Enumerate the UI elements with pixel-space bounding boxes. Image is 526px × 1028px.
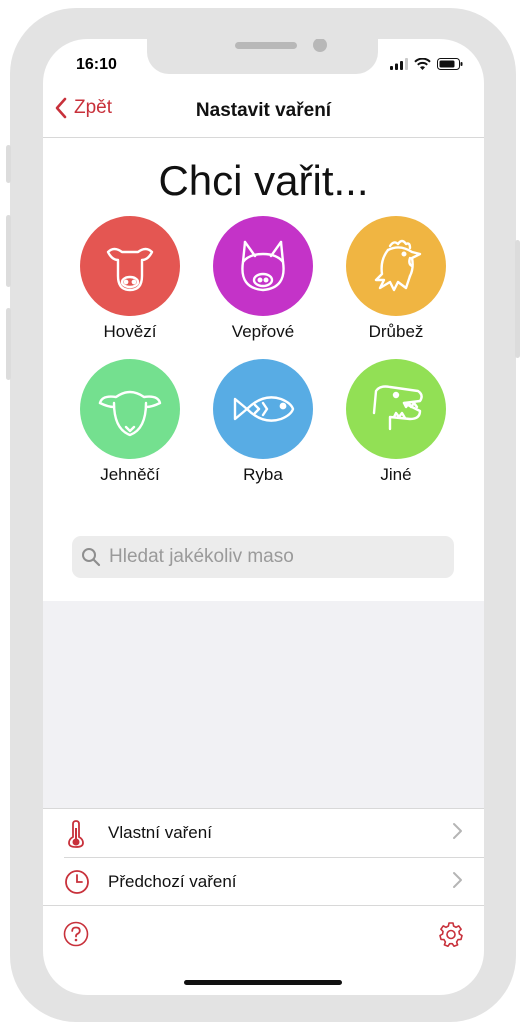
pig-icon xyxy=(241,240,285,292)
empty-results-area xyxy=(43,601,484,808)
cellular-signal-icon xyxy=(390,58,408,70)
category-label: Vepřové xyxy=(231,322,295,341)
search-field[interactable] xyxy=(72,536,454,578)
category-label: Drůbež xyxy=(368,322,424,341)
mute-switch xyxy=(6,145,11,183)
category-label: Jiné xyxy=(380,465,412,484)
status-time: 16:10 xyxy=(76,56,117,73)
category-beef[interactable]: Hovězí xyxy=(70,216,190,342)
category-lamb[interactable]: Jehněčí xyxy=(70,359,190,485)
sheep-icon xyxy=(98,390,162,437)
category-label: Jehněčí xyxy=(100,465,160,484)
category-circle xyxy=(346,216,446,316)
battery-icon xyxy=(437,58,463,70)
thermometer-icon xyxy=(68,820,84,848)
gear-icon[interactable] xyxy=(438,921,464,947)
clock-icon xyxy=(65,870,89,894)
category-label: Hovězí xyxy=(103,322,157,341)
category-pork[interactable]: Vepřové xyxy=(203,216,323,342)
category-label: Ryba xyxy=(243,465,283,484)
menu-row-previous-cooks[interactable]: Předchozí vaření xyxy=(43,858,484,906)
menu-row-label: Předchozí vaření xyxy=(108,872,237,891)
phone-screen: 16:10 Zpět Nastavit vaření Chci vařit... xyxy=(43,39,484,995)
dinosaur-icon xyxy=(372,385,423,431)
page-title: Nastavit vaření xyxy=(195,100,332,121)
wifi-icon xyxy=(414,58,431,70)
category-circle xyxy=(213,216,313,316)
power-button xyxy=(515,240,520,358)
help-icon[interactable] xyxy=(63,921,89,947)
notch xyxy=(147,39,378,74)
navigation-bar: Zpět Nastavit vaření xyxy=(43,95,484,138)
cow-icon xyxy=(106,247,154,292)
menu-row-label: Vlastní vaření xyxy=(108,823,212,842)
divider xyxy=(43,905,484,906)
fish-icon xyxy=(233,396,295,422)
search-icon xyxy=(82,548,101,567)
volume-down-button xyxy=(6,308,11,380)
section-heading: Chci vařit... xyxy=(158,157,369,204)
category-circle xyxy=(346,359,446,459)
status-icons xyxy=(390,58,463,70)
camera xyxy=(313,39,327,52)
volume-up-button xyxy=(6,215,11,287)
category-fish[interactable]: Ryba xyxy=(203,359,323,485)
chicken-icon xyxy=(374,239,422,292)
home-indicator xyxy=(184,980,342,985)
chevron-right-icon xyxy=(453,872,462,888)
category-circle xyxy=(80,359,180,459)
category-poultry[interactable]: Drůbež xyxy=(336,216,456,342)
menu-row-custom-cook[interactable]: Vlastní vaření xyxy=(43,809,484,857)
category-circle xyxy=(80,216,180,316)
search-input[interactable] xyxy=(107,545,441,569)
category-circle xyxy=(213,359,313,459)
chevron-right-icon xyxy=(453,823,462,839)
category-other[interactable]: Jiné xyxy=(336,359,456,485)
speaker xyxy=(235,42,297,49)
